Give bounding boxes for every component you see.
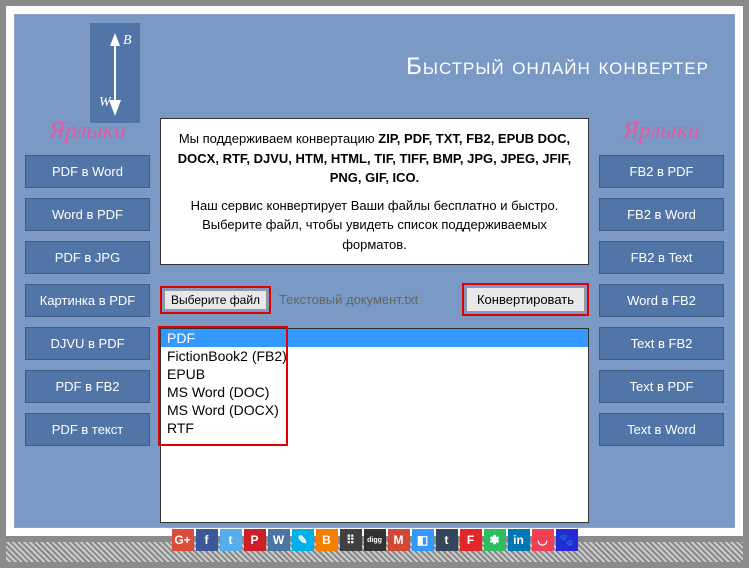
- digg-icon[interactable]: digg: [364, 529, 386, 551]
- convert-highlight: Конвертировать: [462, 283, 589, 316]
- sidebar-link[interactable]: Word в FB2: [599, 284, 724, 317]
- page-container: B W Быстрый онлайн конвертер Ярлыки PDF …: [6, 6, 743, 536]
- selected-filename: Текстовый документ.txt: [279, 292, 418, 307]
- facebook-icon[interactable]: f: [196, 529, 218, 551]
- format-listbox[interactable]: PDFFictionBook2 (FB2)EPUBMS Word (DOC)MS…: [160, 328, 589, 523]
- sidebar-link[interactable]: DJVU в PDF: [25, 327, 150, 360]
- site-title: Быстрый онлайн конвертер: [140, 23, 719, 81]
- sidebar-link[interactable]: PDF в FB2: [25, 370, 150, 403]
- tumblr-icon[interactable]: t: [436, 529, 458, 551]
- logo-letter-w: W: [99, 95, 112, 110]
- header: B W Быстрый онлайн конвертер: [15, 15, 734, 123]
- content-row: Ярлыки PDF в Word Word в PDF PDF в JPG Карт…: [15, 118, 734, 551]
- sidebar-link[interactable]: PDF в Word: [25, 155, 150, 188]
- sidebar-link[interactable]: FB2 в PDF: [599, 155, 724, 188]
- myspace-icon[interactable]: ⠿: [340, 529, 362, 551]
- format-option[interactable]: PDF: [161, 329, 588, 347]
- logo-letter-b: B: [123, 33, 132, 48]
- sidebar-link[interactable]: Картинка в PDF: [25, 284, 150, 317]
- social-row: G+ftPW✎B⠿diggM◧tF❃in◡🐾: [160, 529, 589, 551]
- main-frame: B W Быстрый онлайн конвертер Ярлыки PDF …: [14, 14, 735, 528]
- format-option[interactable]: EPUB: [161, 365, 588, 383]
- sidebar-left-title: Ярлыки: [25, 118, 150, 145]
- logo-arrow-icon: B W: [95, 28, 135, 118]
- format-option[interactable]: MS Word (DOCX): [161, 401, 588, 419]
- info-box: Мы поддерживаем конвертацию ZIP, PDF, TX…: [160, 118, 589, 265]
- sidebar-left: Ярлыки PDF в Word Word в PDF PDF в JPG Карт…: [25, 118, 150, 551]
- sidebar-link[interactable]: Text в Word: [599, 413, 724, 446]
- convert-button[interactable]: Конвертировать: [466, 287, 585, 312]
- choose-file-button[interactable]: Выберите файл: [164, 290, 267, 310]
- center-column: Мы поддерживаем конвертацию ZIP, PDF, TX…: [160, 118, 589, 551]
- gmail-icon[interactable]: M: [388, 529, 410, 551]
- twitter-icon[interactable]: t: [220, 529, 242, 551]
- livejournal-icon[interactable]: ✎: [292, 529, 314, 551]
- file-chooser-highlight: Выберите файл: [160, 286, 271, 314]
- info-line1-prefix: Мы поддерживаем конвертацию: [179, 131, 378, 146]
- flipboard-icon[interactable]: F: [460, 529, 482, 551]
- sidebar-link[interactable]: PDF в текст: [25, 413, 150, 446]
- format-option[interactable]: FictionBook2 (FB2): [161, 347, 588, 365]
- controls-row: Выберите файл Текстовый документ.txt Кон…: [160, 283, 589, 316]
- format-option[interactable]: MS Word (DOC): [161, 383, 588, 401]
- sidebar-link[interactable]: FB2 в Text: [599, 241, 724, 274]
- delicious-icon[interactable]: ◧: [412, 529, 434, 551]
- googleplus-icon[interactable]: G+: [172, 529, 194, 551]
- sidebar-link[interactable]: Text в FB2: [599, 327, 724, 360]
- blogger-icon[interactable]: B: [316, 529, 338, 551]
- baidu-icon[interactable]: 🐾: [556, 529, 578, 551]
- vk-icon[interactable]: W: [268, 529, 290, 551]
- sidebar-link[interactable]: Text в PDF: [599, 370, 724, 403]
- sidebar-link[interactable]: PDF в JPG: [25, 241, 150, 274]
- linkedin-icon[interactable]: in: [508, 529, 530, 551]
- sidebar-right-title: Ярлыки: [599, 118, 724, 145]
- sidebar-link[interactable]: Word в PDF: [25, 198, 150, 231]
- format-listbox-wrap: PDFFictionBook2 (FB2)EPUBMS Word (DOC)MS…: [160, 328, 589, 523]
- sidebar-right: Ярлыки FB2 в PDF FB2 в Word FB2 в Text Word…: [599, 118, 724, 551]
- pinterest-icon[interactable]: P: [244, 529, 266, 551]
- pocket-icon[interactable]: ◡: [532, 529, 554, 551]
- logo: B W: [90, 23, 140, 123]
- info-line2: Наш сервис конвертирует Ваши файлы беспл…: [171, 196, 578, 255]
- format-option[interactable]: RTF: [161, 419, 588, 437]
- evernote-icon[interactable]: ❃: [484, 529, 506, 551]
- sidebar-link[interactable]: FB2 в Word: [599, 198, 724, 231]
